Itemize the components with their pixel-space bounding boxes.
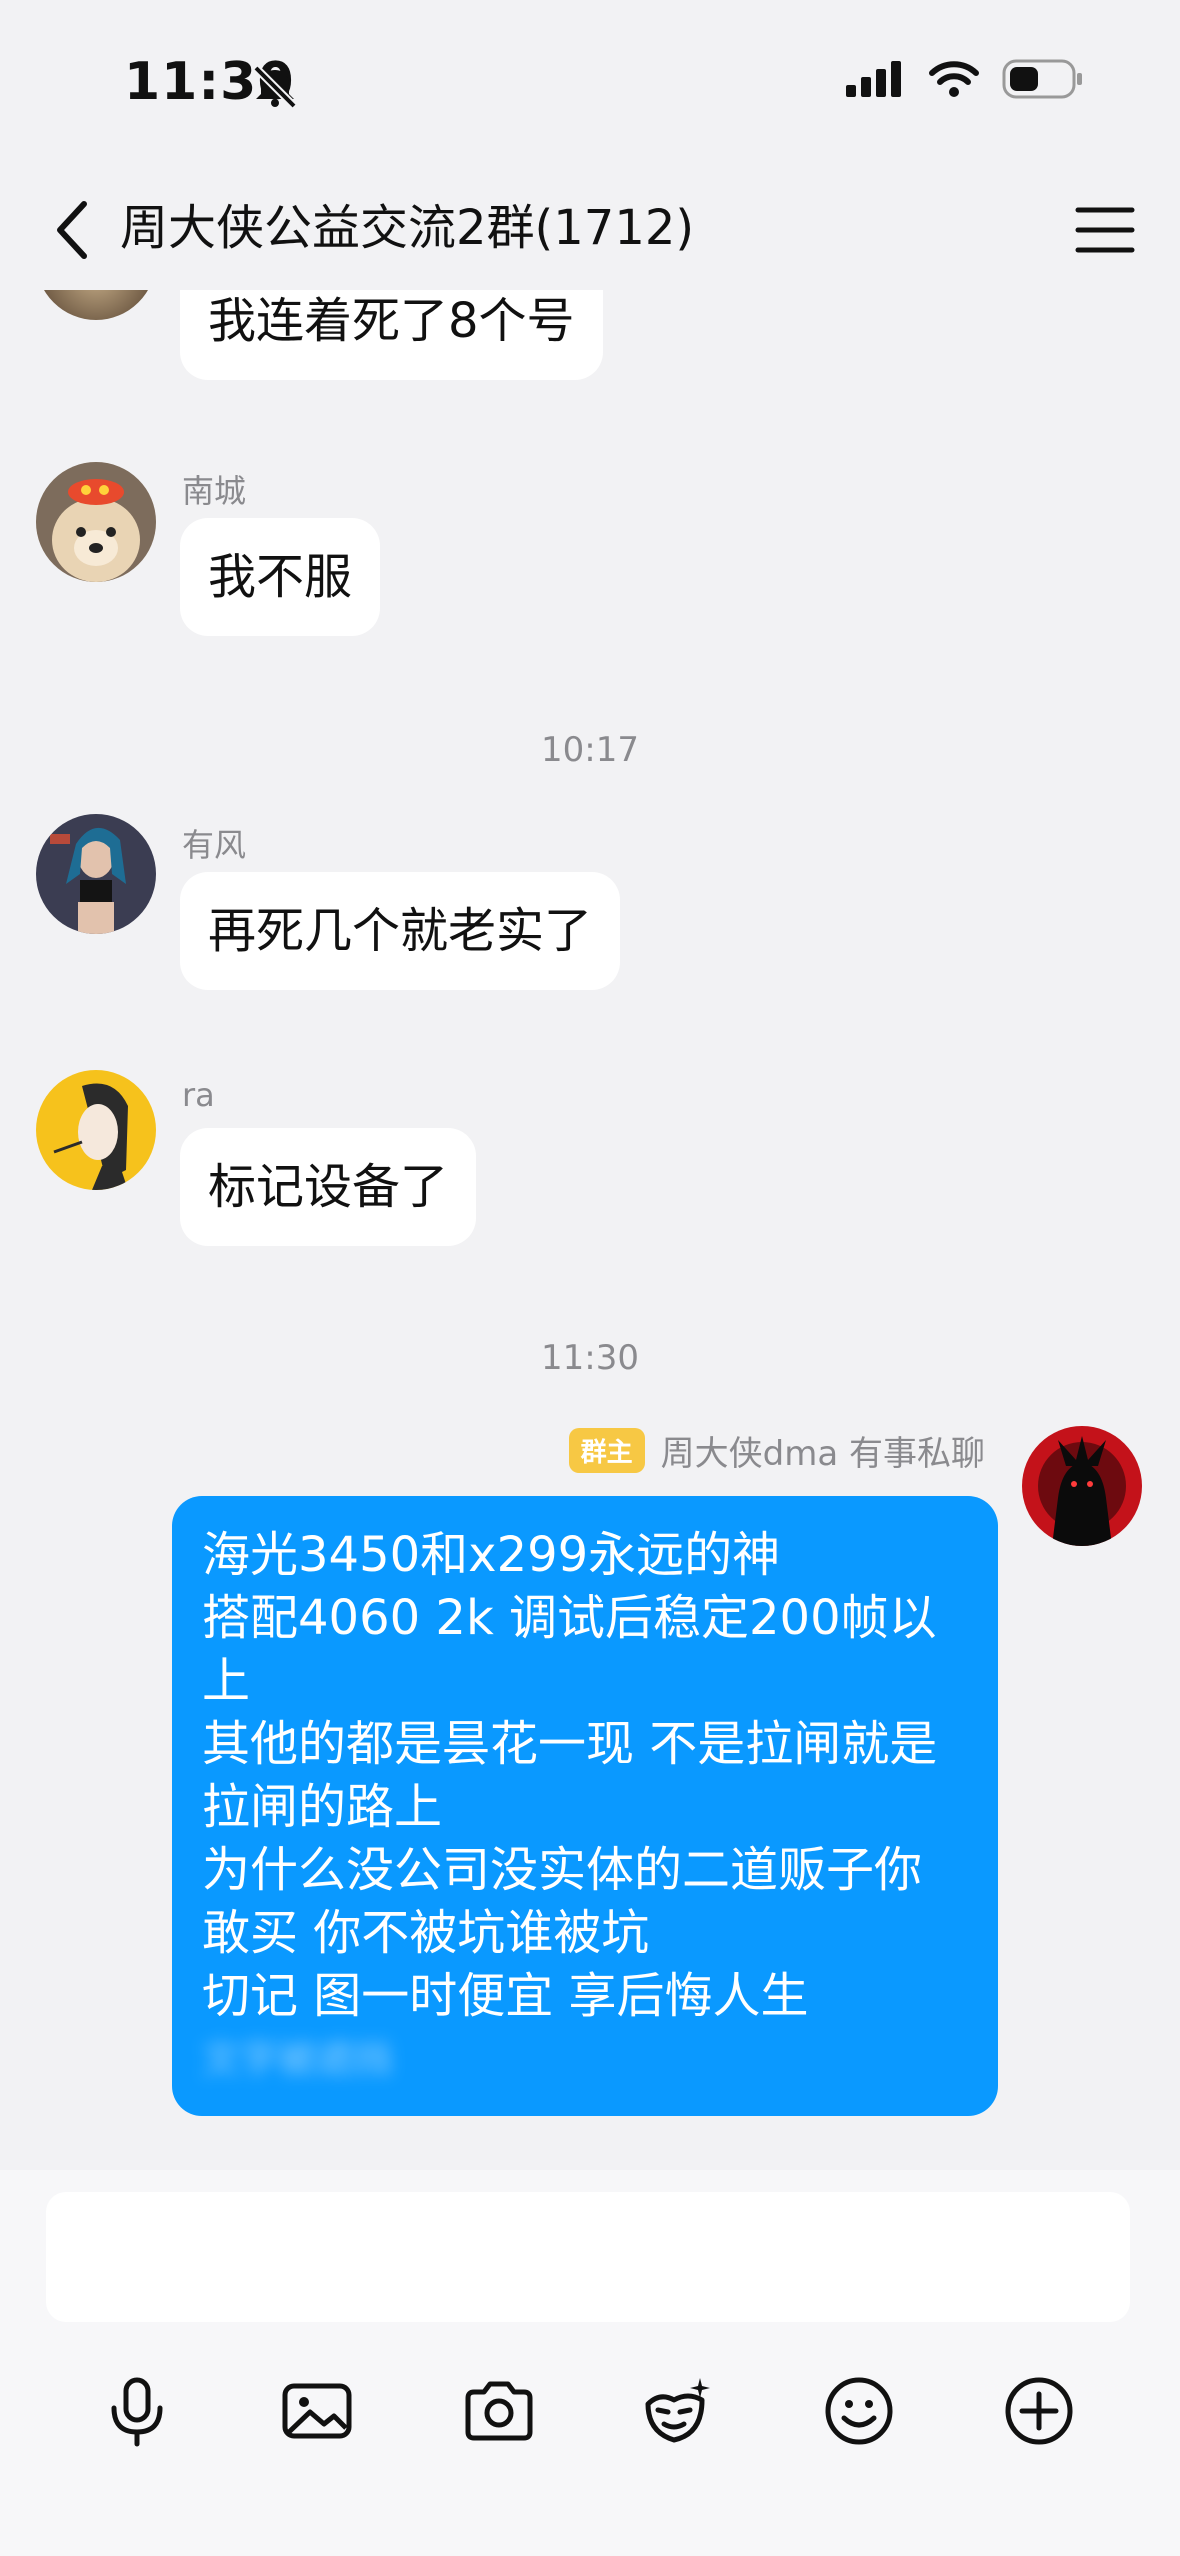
message-bubble[interactable]: 标记设备了 (180, 1128, 477, 1246)
message-line: 其他的都是昙花一现 不是拉闸就是拉闸的路上 (202, 1716, 938, 1835)
status-icons (844, 58, 1084, 100)
dog-avatar-image (36, 462, 156, 582)
message-bubble[interactable]: 海光3450和x299永远的神 搭配4060 2k 调试后稳定200帧以上 其他… (172, 1496, 998, 2116)
camera-button[interactable] (454, 2366, 544, 2456)
sender-name: 南城 (182, 472, 247, 510)
camera-icon (465, 2381, 533, 2441)
emoji-icon (825, 2377, 893, 2445)
avatar[interactable] (36, 290, 156, 320)
sender-name: 有风 (182, 826, 247, 864)
image-icon (282, 2383, 352, 2439)
avatar[interactable] (1022, 1426, 1142, 1546)
page-title: 周大侠公益交流2群(1712) (120, 200, 695, 256)
message-line: 切记 图一时便宜 享后悔人生 (202, 1968, 809, 2024)
message-bubble[interactable]: 我不服 (180, 518, 381, 636)
sticker-button[interactable] (632, 2366, 722, 2456)
microphone-icon (111, 2377, 163, 2447)
message-bubble[interactable]: 我连着死了8个号 (180, 290, 603, 380)
voice-button[interactable] (92, 2366, 182, 2456)
message-bubble[interactable]: 再死几个就老实了 (180, 872, 621, 990)
message-line: 为什么没公司没实体的二道贩子你敢买 你不被坑谁被坑 (202, 1842, 923, 1961)
message-line: 海光3450和x299永远的神 (202, 1527, 781, 1583)
sender-name: ra (182, 1076, 215, 1114)
blurred-message-line: 文字被遮挡 (202, 2037, 393, 2081)
sticker-icon (645, 2378, 710, 2443)
sender-line: 群主 周大侠dma 有事私聊 (568, 1426, 985, 1475)
avatar[interactable] (36, 1070, 156, 1190)
avatar[interactable] (36, 814, 156, 934)
wifi-icon (929, 61, 979, 97)
back-icon[interactable] (40, 192, 110, 268)
mute-icon (253, 65, 297, 108)
person-avatar-image (36, 814, 156, 934)
message-input[interactable] (46, 2192, 1130, 2322)
status-bar: 11:30 (0, 0, 1180, 170)
composer (0, 2170, 1180, 2556)
owner-badge: 群主 (568, 1428, 645, 1473)
more-button[interactable] (994, 2366, 1084, 2456)
menu-icon[interactable] (1070, 200, 1140, 260)
photo-button[interactable] (272, 2366, 362, 2456)
battery-icon (1002, 59, 1082, 99)
plus-icon (1005, 2377, 1073, 2445)
anime-avatar-image (36, 1070, 156, 1190)
dark-figure-avatar-image (1022, 1426, 1142, 1546)
timestamp: 10:17 (541, 730, 639, 770)
timestamp: 11:30 (541, 1338, 639, 1378)
message-list[interactable]: 我连着死了8个号 南城 我不服 10:17 有风 再死几个就老实了 ra 标记设… (0, 290, 1180, 2170)
composer-toolbar (0, 2366, 1180, 2466)
signal-icon (846, 61, 901, 97)
chat-header: 周大侠公益交流2群(1712) (0, 170, 1180, 290)
message-line: 搭配4060 2k 调试后稳定200帧以上 (202, 1590, 937, 1709)
emoji-button[interactable] (814, 2366, 904, 2456)
sender-name: 周大侠dma 有事私聊 (660, 1434, 985, 1474)
avatar[interactable] (36, 462, 156, 582)
